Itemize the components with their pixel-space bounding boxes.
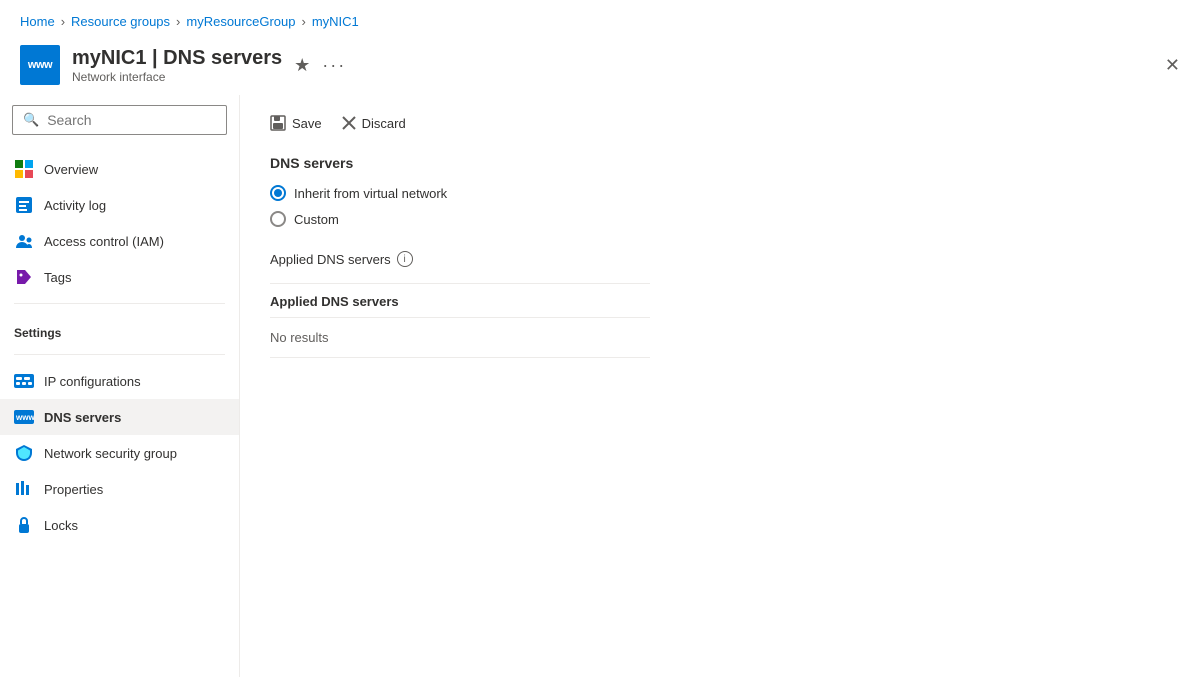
discard-label: Discard — [362, 116, 406, 131]
page-title: myNIC1 | DNS servers — [72, 47, 282, 70]
ip-config-icon — [14, 371, 34, 391]
main-content: Save Discard DNS servers Inherit from vi… — [240, 95, 1200, 677]
sidebar-item-properties[interactable]: Properties — [0, 471, 239, 507]
save-button[interactable]: Save — [270, 111, 322, 135]
radio-custom[interactable]: Custom — [270, 211, 1170, 227]
dns-table: Applied DNS servers No results — [270, 283, 650, 358]
sidebar-divider — [14, 303, 225, 304]
resource-icon: www — [20, 45, 60, 85]
sidebar-item-activity-log[interactable]: Activity log — [0, 187, 239, 223]
sidebar-item-tags[interactable]: Tags — [0, 259, 239, 295]
sidebar-item-label: Access control (IAM) — [44, 234, 164, 249]
sidebar-item-label: IP configurations — [44, 374, 141, 389]
nsg-icon — [14, 443, 34, 463]
sidebar-item-label: Network security group — [44, 446, 177, 461]
sidebar-item-label: Locks — [44, 518, 78, 533]
applied-dns-text: Applied DNS servers — [270, 252, 391, 267]
dns-no-results: No results — [270, 318, 650, 358]
lock-icon — [14, 515, 34, 535]
search-icon: 🔍 — [23, 112, 39, 128]
dns-table-header: Applied DNS servers — [270, 284, 650, 318]
dns-icon: www — [14, 407, 34, 427]
save-label: Save — [292, 116, 322, 131]
properties-icon — [14, 479, 34, 499]
info-icon[interactable]: i — [397, 251, 413, 267]
applied-dns-label: Applied DNS servers i — [270, 251, 1170, 267]
resource-type: Network interface — [72, 70, 282, 84]
discard-icon — [342, 116, 356, 130]
iam-icon — [14, 231, 34, 251]
sidebar-item-nsg[interactable]: Network security group — [0, 435, 239, 471]
svg-text:www: www — [15, 413, 34, 422]
dns-radio-group: Inherit from virtual network Custom — [270, 185, 1170, 227]
sidebar-item-overview[interactable]: Overview — [0, 151, 239, 187]
close-button[interactable]: ✕ — [1165, 55, 1180, 76]
radio-inherit-label: Inherit from virtual network — [294, 186, 447, 201]
search-input[interactable] — [47, 112, 216, 128]
radio-inherit[interactable]: Inherit from virtual network — [270, 185, 1170, 201]
breadcrumb-nic[interactable]: myNIC1 — [312, 14, 359, 29]
sidebar-item-locks[interactable]: Locks — [0, 507, 239, 543]
sidebar-item-label: Tags — [44, 270, 71, 285]
breadcrumb-resource-groups[interactable]: Resource groups — [71, 14, 170, 29]
sidebar-item-ip-configurations[interactable]: IP configurations — [0, 363, 239, 399]
radio-inherit-circle — [270, 185, 286, 201]
sidebar-item-iam[interactable]: Access control (IAM) — [0, 223, 239, 259]
settings-section-label: Settings — [0, 312, 239, 346]
sidebar-item-dns-servers[interactable]: www DNS servers — [0, 399, 239, 435]
settings-divider — [14, 354, 225, 355]
dns-section-title: DNS servers — [270, 155, 1170, 171]
tags-icon — [14, 267, 34, 287]
sidebar-item-label: DNS servers — [44, 410, 121, 425]
save-icon — [270, 115, 286, 131]
icon-www-text: www — [28, 60, 52, 71]
sidebar: 🔍 Overview — [0, 95, 240, 677]
radio-custom-label: Custom — [294, 212, 339, 227]
sidebar-item-label: Activity log — [44, 198, 106, 213]
activity-log-icon — [14, 195, 34, 215]
toolbar: Save Discard — [270, 111, 1170, 135]
breadcrumb-resource-group[interactable]: myResourceGroup — [186, 14, 295, 29]
page-header: www myNIC1 | DNS servers Network interfa… — [0, 39, 1200, 95]
favorite-button[interactable]: ★ — [294, 55, 310, 76]
more-options-button[interactable]: ··· — [322, 55, 346, 76]
sidebar-item-label: Overview — [44, 162, 98, 177]
radio-custom-circle — [270, 211, 286, 227]
breadcrumb: Home › Resource groups › myResourceGroup… — [0, 0, 1200, 39]
overview-icon — [14, 159, 34, 179]
sidebar-item-label: Properties — [44, 482, 103, 497]
discard-button[interactable]: Discard — [342, 112, 406, 135]
main-layout: 🔍 Overview — [0, 95, 1200, 677]
search-box[interactable]: 🔍 — [12, 105, 227, 135]
breadcrumb-home[interactable]: Home — [20, 14, 55, 29]
